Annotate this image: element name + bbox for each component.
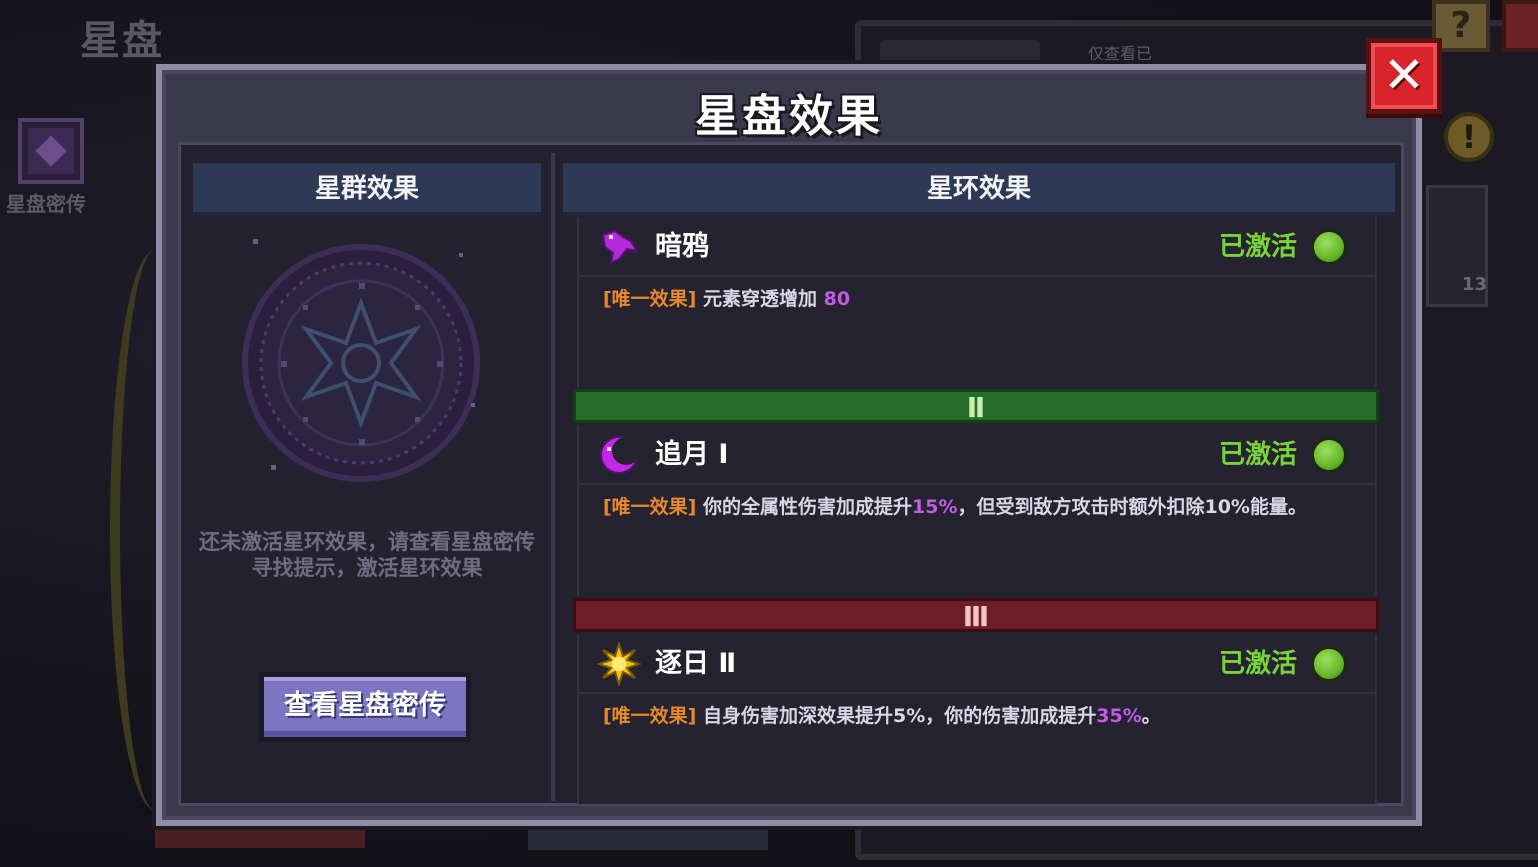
item-count: 13 (1462, 274, 1488, 295)
game-screen: 星盘 星盘密传 仅查看已 ? ! 13 星盘效果 星群效果 还未激活星环效果，请… (0, 0, 1538, 867)
close-icon: ✕ (1383, 46, 1425, 104)
active-indicator-icon (1311, 437, 1347, 473)
view-astrolabe-secrets-button[interactable]: 查看星盘密传 (259, 672, 471, 742)
unique-effect-tag: [唯一效果] (603, 705, 697, 727)
list-item: 暗鸦 已激活 [唯一效果] 元素穿透增加 80 (577, 217, 1377, 387)
page-title: 星盘 (80, 18, 164, 64)
sun-icon (597, 642, 641, 686)
effect-description: [唯一效果] 你的全属性伤害加成提升15%，但受到敌方攻击时额外扣除10%能量。 (603, 495, 1307, 519)
tier-divider-iii: Ⅲ (573, 598, 1379, 633)
active-indicator-icon (1311, 646, 1347, 682)
status-badge: 已激活 (1218, 440, 1297, 470)
unique-effect-tag: [唯一效果] (603, 496, 697, 518)
astrolabe-book-icon[interactable] (18, 118, 84, 184)
effect-text: 你的全属性伤害加成提升 (696, 496, 912, 518)
effect-header: 追月 Ⅰ 已激活 (579, 425, 1375, 485)
list-item: 逐日 Ⅱ 已激活 [唯一效果] 自身伤害加深效果提升5%，你的伤害加成提升35%… (577, 634, 1377, 804)
astrolabe-effects-modal: 星盘效果 星群效果 还未激活星环效果，请查看星盘密传寻找提示，激活星环效果 查看… (156, 64, 1422, 826)
effect-name: 暗鸦 (655, 231, 709, 262)
effect-value: 15% (912, 496, 958, 518)
moon-icon (600, 436, 640, 474)
effect-header: 暗鸦 已激活 (579, 217, 1375, 277)
unique-effect-tag: [唯一效果] (603, 288, 697, 310)
raven-icon (601, 229, 640, 265)
background-tab[interactable] (880, 40, 1040, 66)
effect-header: 逐日 Ⅱ 已激活 (579, 634, 1375, 694)
effect-value: 80 (823, 288, 851, 310)
constellation-header: 星群效果 (193, 163, 541, 215)
effect-description: [唯一效果] 自身伤害加深效果提升5%，你的伤害加成提升35%。 (603, 704, 1161, 728)
effect-name: 追月 Ⅰ (655, 439, 729, 470)
effect-text: 自身伤害加深效果提升5%，你的伤害加成提升 (696, 705, 1097, 727)
modal-title: 星盘效果 (695, 91, 883, 142)
star-ring-header: 星环效果 (563, 163, 1395, 215)
close-button[interactable]: ✕ (1366, 38, 1442, 114)
column-divider (551, 153, 555, 801)
effect-text-tail: 。 (1141, 705, 1161, 727)
constellation-column: 星群效果 还未激活星环效果，请查看星盘密传寻找提示，激活星环效果 查看星盘密传 (181, 145, 551, 803)
modal-content: 星群效果 还未激活星环效果，请查看星盘密传寻找提示，激活星环效果 查看星盘密传 … (178, 142, 1404, 806)
status-badge: 已激活 (1218, 649, 1297, 679)
effect-name: 逐日 Ⅱ (655, 648, 737, 679)
astrolabe-disc-icon (242, 239, 480, 482)
effect-text-tail: ，但受到敌方攻击时额外扣除10%能量。 (957, 496, 1307, 518)
background-red-button[interactable] (1502, 0, 1538, 52)
tier-divider-ii: Ⅱ (573, 389, 1379, 424)
effect-description: [唯一效果] 元素穿透增加 80 (603, 287, 850, 311)
background-bottom-bar (528, 828, 768, 850)
effect-text: 元素穿透增加 (696, 288, 824, 310)
filter-label[interactable]: 仅查看已 (1088, 40, 1152, 64)
warning-icon[interactable]: ! (1444, 112, 1494, 162)
astrolabe-book-label: 星盘密传 (6, 192, 86, 216)
no-effect-hint: 还未激活星环效果，请查看星盘密传寻找提示，激活星环效果 (199, 530, 535, 580)
star-ring-effects-list[interactable]: 暗鸦 已激活 [唯一效果] 元素穿透增加 80 Ⅱ 追月 Ⅰ 已激活 [唯一效果… (573, 217, 1379, 804)
active-indicator-icon (1311, 229, 1347, 265)
status-badge: 已激活 (1218, 232, 1297, 262)
effect-value: 35% (1096, 705, 1142, 727)
list-item: 追月 Ⅰ 已激活 [唯一效果] 你的全属性伤害加成提升15%，但受到敌方攻击时额… (577, 425, 1377, 595)
